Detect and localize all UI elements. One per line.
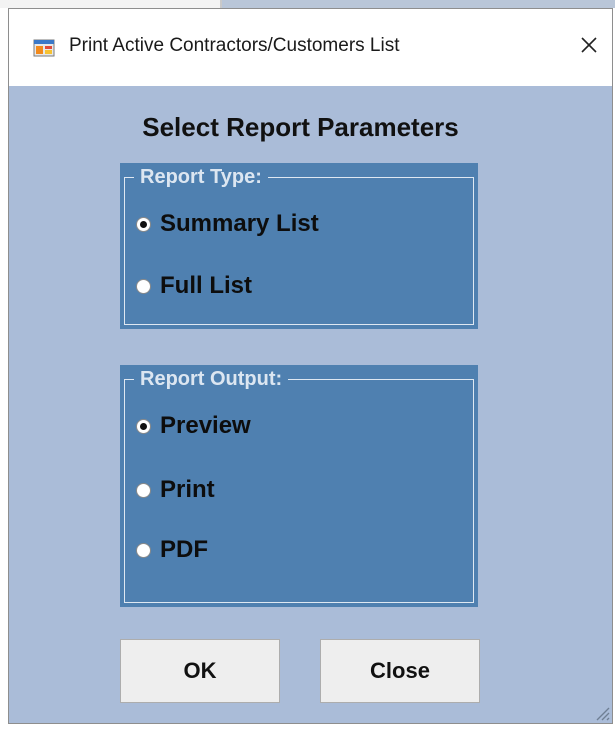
- radio-full-list[interactable]: Full List: [136, 271, 252, 301]
- form-icon: [33, 39, 55, 57]
- dialog-client-area: Select Report Parameters Report Type: Su…: [9, 86, 612, 723]
- close-icon: [581, 37, 597, 53]
- ok-button[interactable]: OK: [120, 639, 280, 703]
- radio-print-button[interactable]: [136, 482, 151, 498]
- report-output-legend: Report Output:: [134, 367, 289, 391]
- radio-preview-label: Preview: [160, 412, 251, 439]
- report-output-group: Report Output: Preview Print PDF: [120, 365, 478, 607]
- radio-preview-button[interactable]: [136, 418, 151, 434]
- radio-pdf-button[interactable]: [136, 542, 151, 558]
- radio-summary-list[interactable]: Summary List: [136, 209, 319, 239]
- radio-summary-list-label: Summary List: [160, 210, 319, 237]
- print-dialog: Print Active Contractors/Customers List …: [8, 8, 613, 724]
- title-bar: Print Active Contractors/Customers List: [9, 9, 612, 86]
- radio-full-list-label: Full List: [160, 272, 252, 299]
- radio-full-list-button[interactable]: [136, 278, 151, 294]
- page-title: Select Report Parameters: [142, 112, 459, 142]
- report-type-legend: Report Type:: [134, 165, 268, 189]
- radio-pdf[interactable]: PDF: [136, 535, 208, 565]
- radio-pdf-label: PDF: [160, 536, 208, 563]
- radio-print-label: Print: [160, 476, 215, 503]
- radio-preview[interactable]: Preview: [136, 411, 251, 441]
- radio-summary-list-button[interactable]: [136, 216, 151, 232]
- window-title: Print Active Contractors/Customers List: [69, 35, 400, 56]
- radio-print[interactable]: Print: [136, 475, 215, 505]
- close-window-button[interactable]: [567, 25, 611, 65]
- background-app-panel: [222, 0, 615, 8]
- resize-grip-icon[interactable]: [592, 703, 610, 721]
- report-type-group: Report Type: Summary List Full List: [120, 163, 478, 329]
- close-button[interactable]: Close: [320, 639, 480, 703]
- report-type-frame: [124, 177, 474, 325]
